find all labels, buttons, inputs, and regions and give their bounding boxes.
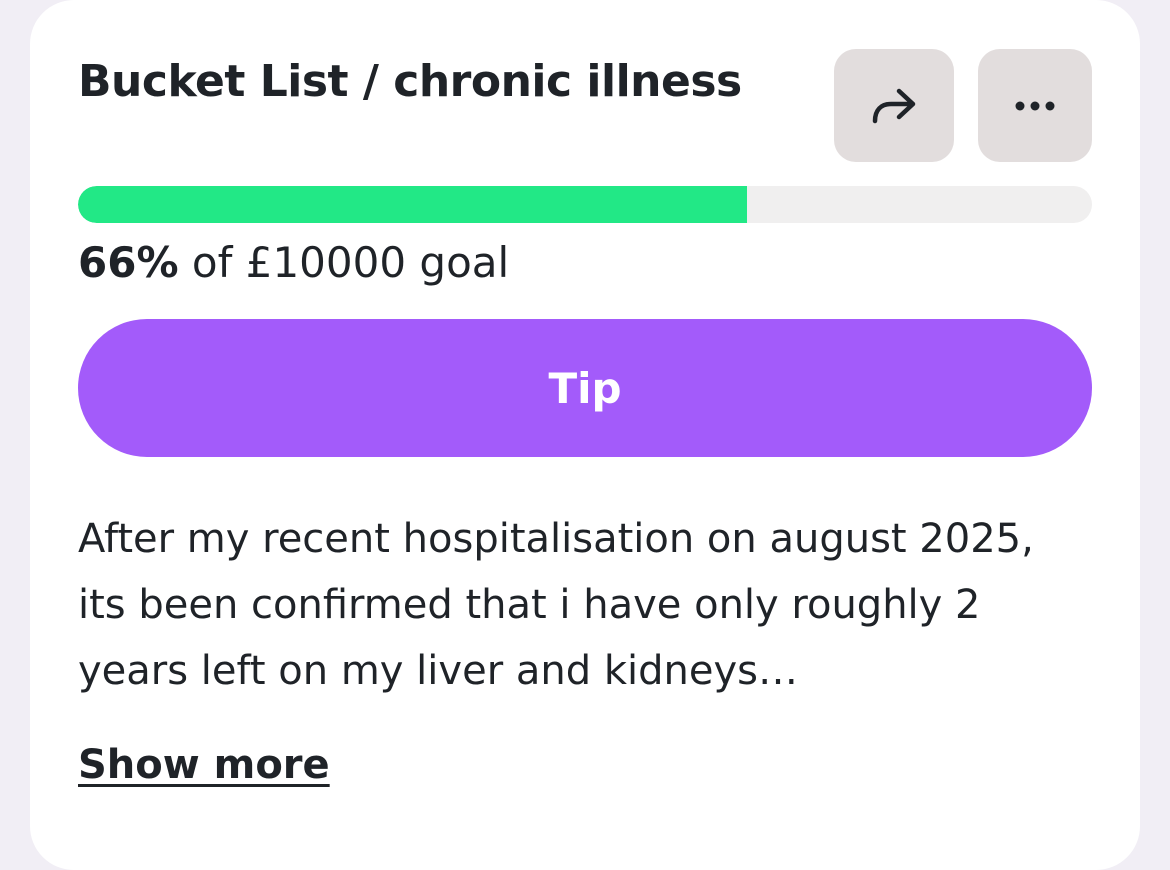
goal-progress-text: 66% of £10000 goal [78,236,509,290]
more-options-button[interactable] [978,49,1092,162]
goal-amount-text: of £10000 goal [191,238,510,287]
progress-percent-label: 66% [78,238,179,287]
campaign-title: Bucket List / chronic illness [78,56,742,107]
show-more-link[interactable]: Show more [78,738,330,792]
campaign-description: After my recent hospitalisation on augus… [78,516,1034,694]
share-button[interactable] [834,49,954,162]
share-arrow-icon [872,88,916,123]
progress-bar [78,186,1092,223]
fundraiser-card: Bucket List / chronic illness 66% of £10… [30,0,1140,870]
more-dots-icon [1015,101,1055,110]
tip-button[interactable]: Tip [78,319,1092,457]
progress-bar-fill [78,186,748,223]
